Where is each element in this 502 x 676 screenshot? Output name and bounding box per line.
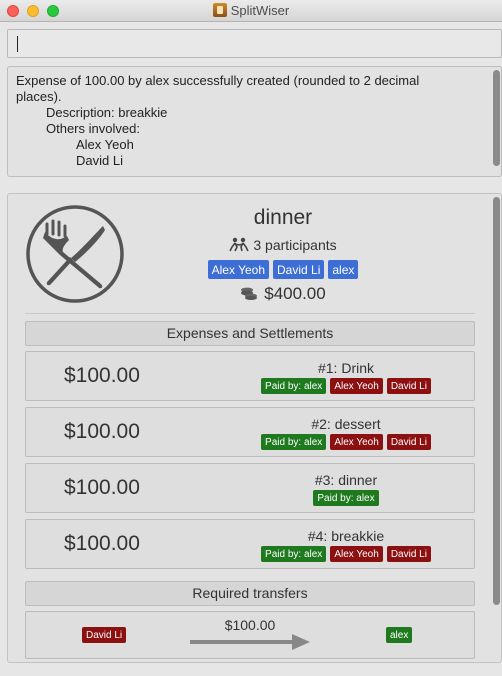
fork-knife-icon [26,205,124,303]
expense-row[interactable]: $100.00 #4: breakkie Paid by: alex Alex … [25,519,475,569]
card-scrollbar[interactable] [493,197,500,605]
expense-amount: $100.00 [64,476,140,499]
expenses-header: Expenses and Settlements [25,321,475,346]
participant-tags: Alex Yeoh David Li alex [148,260,418,279]
activity-card: dinner 3 participants Alex Yeoh David Li… [7,193,502,663]
participants-count-text: 3 participants [253,237,337,253]
coins-icon [241,287,258,300]
result-line: Description: breakkie [46,105,168,120]
expense-row[interactable]: $100.00 #2: dessert Paid by: alex Alex Y… [25,407,475,457]
involved-tag: David Li [386,434,431,450]
transfer-row[interactable]: David Li $100.00 alex [25,611,475,659]
expense-amount: $100.00 [64,364,140,387]
participant-tag: Alex Yeoh [207,260,269,279]
expense-row[interactable]: $100.00 #1: Drink Paid by: alex Alex Yeo… [25,351,475,401]
window-title: SplitWiser [0,3,502,19]
transfer-from-tag: David Li [82,627,127,643]
involved-tag: Alex Yeoh [330,546,383,562]
activity-title: dinner [253,206,313,229]
participants-count: 3 participants [148,237,418,253]
involved-tag: David Li [386,546,431,562]
title-bar: SplitWiser [0,0,502,22]
participant-tag: alex [328,260,359,279]
involved-tag: Alex Yeoh [330,378,383,394]
window-title-text: SplitWiser [230,3,290,18]
activity-total: $400.00 [148,284,418,304]
involved-tag: Alex Yeoh [330,434,383,450]
result-scrollbar[interactable] [493,70,500,166]
arrow-right-icon [190,634,310,650]
result-line: Alex Yeoh [76,137,134,152]
transfers-header: Required transfers [25,581,475,606]
result-line: places). [16,89,62,104]
divider [25,313,475,314]
paid-by-tag: Paid by: alex [313,490,379,506]
transfer-to-tag: alex [386,627,413,643]
activity-total-amount: $400.00 [264,284,326,303]
participant-tag: David Li [273,260,325,279]
paid-by-tag: Paid by: alex [261,434,327,450]
result-display[interactable]: Expense of 100.00 by alex successfully c… [7,66,502,177]
result-line: Others involved: [46,121,140,136]
expense-amount: $100.00 [64,420,140,443]
expense-title: #3: dinner [314,472,378,488]
expense-row[interactable]: $100.00 #3: dinner Paid by: alex [25,463,475,513]
paid-by-tag: Paid by: alex [261,378,327,394]
result-line: Expense of 100.00 by alex successfully c… [16,73,420,88]
expense-title: #4: breakkie [307,528,385,544]
text-caret [17,36,18,52]
involved-tag: David Li [386,378,431,394]
app-icon [212,3,227,17]
expense-amount: $100.00 [64,532,140,555]
expense-title: #2: dessert [311,416,381,432]
result-line: David Li [76,153,123,168]
transfer-amount: $100.00 [224,617,276,633]
expense-title: #1: Drink [317,360,375,376]
paid-by-tag: Paid by: alex [261,546,327,562]
people-icon [229,237,250,252]
command-input[interactable] [7,29,502,58]
